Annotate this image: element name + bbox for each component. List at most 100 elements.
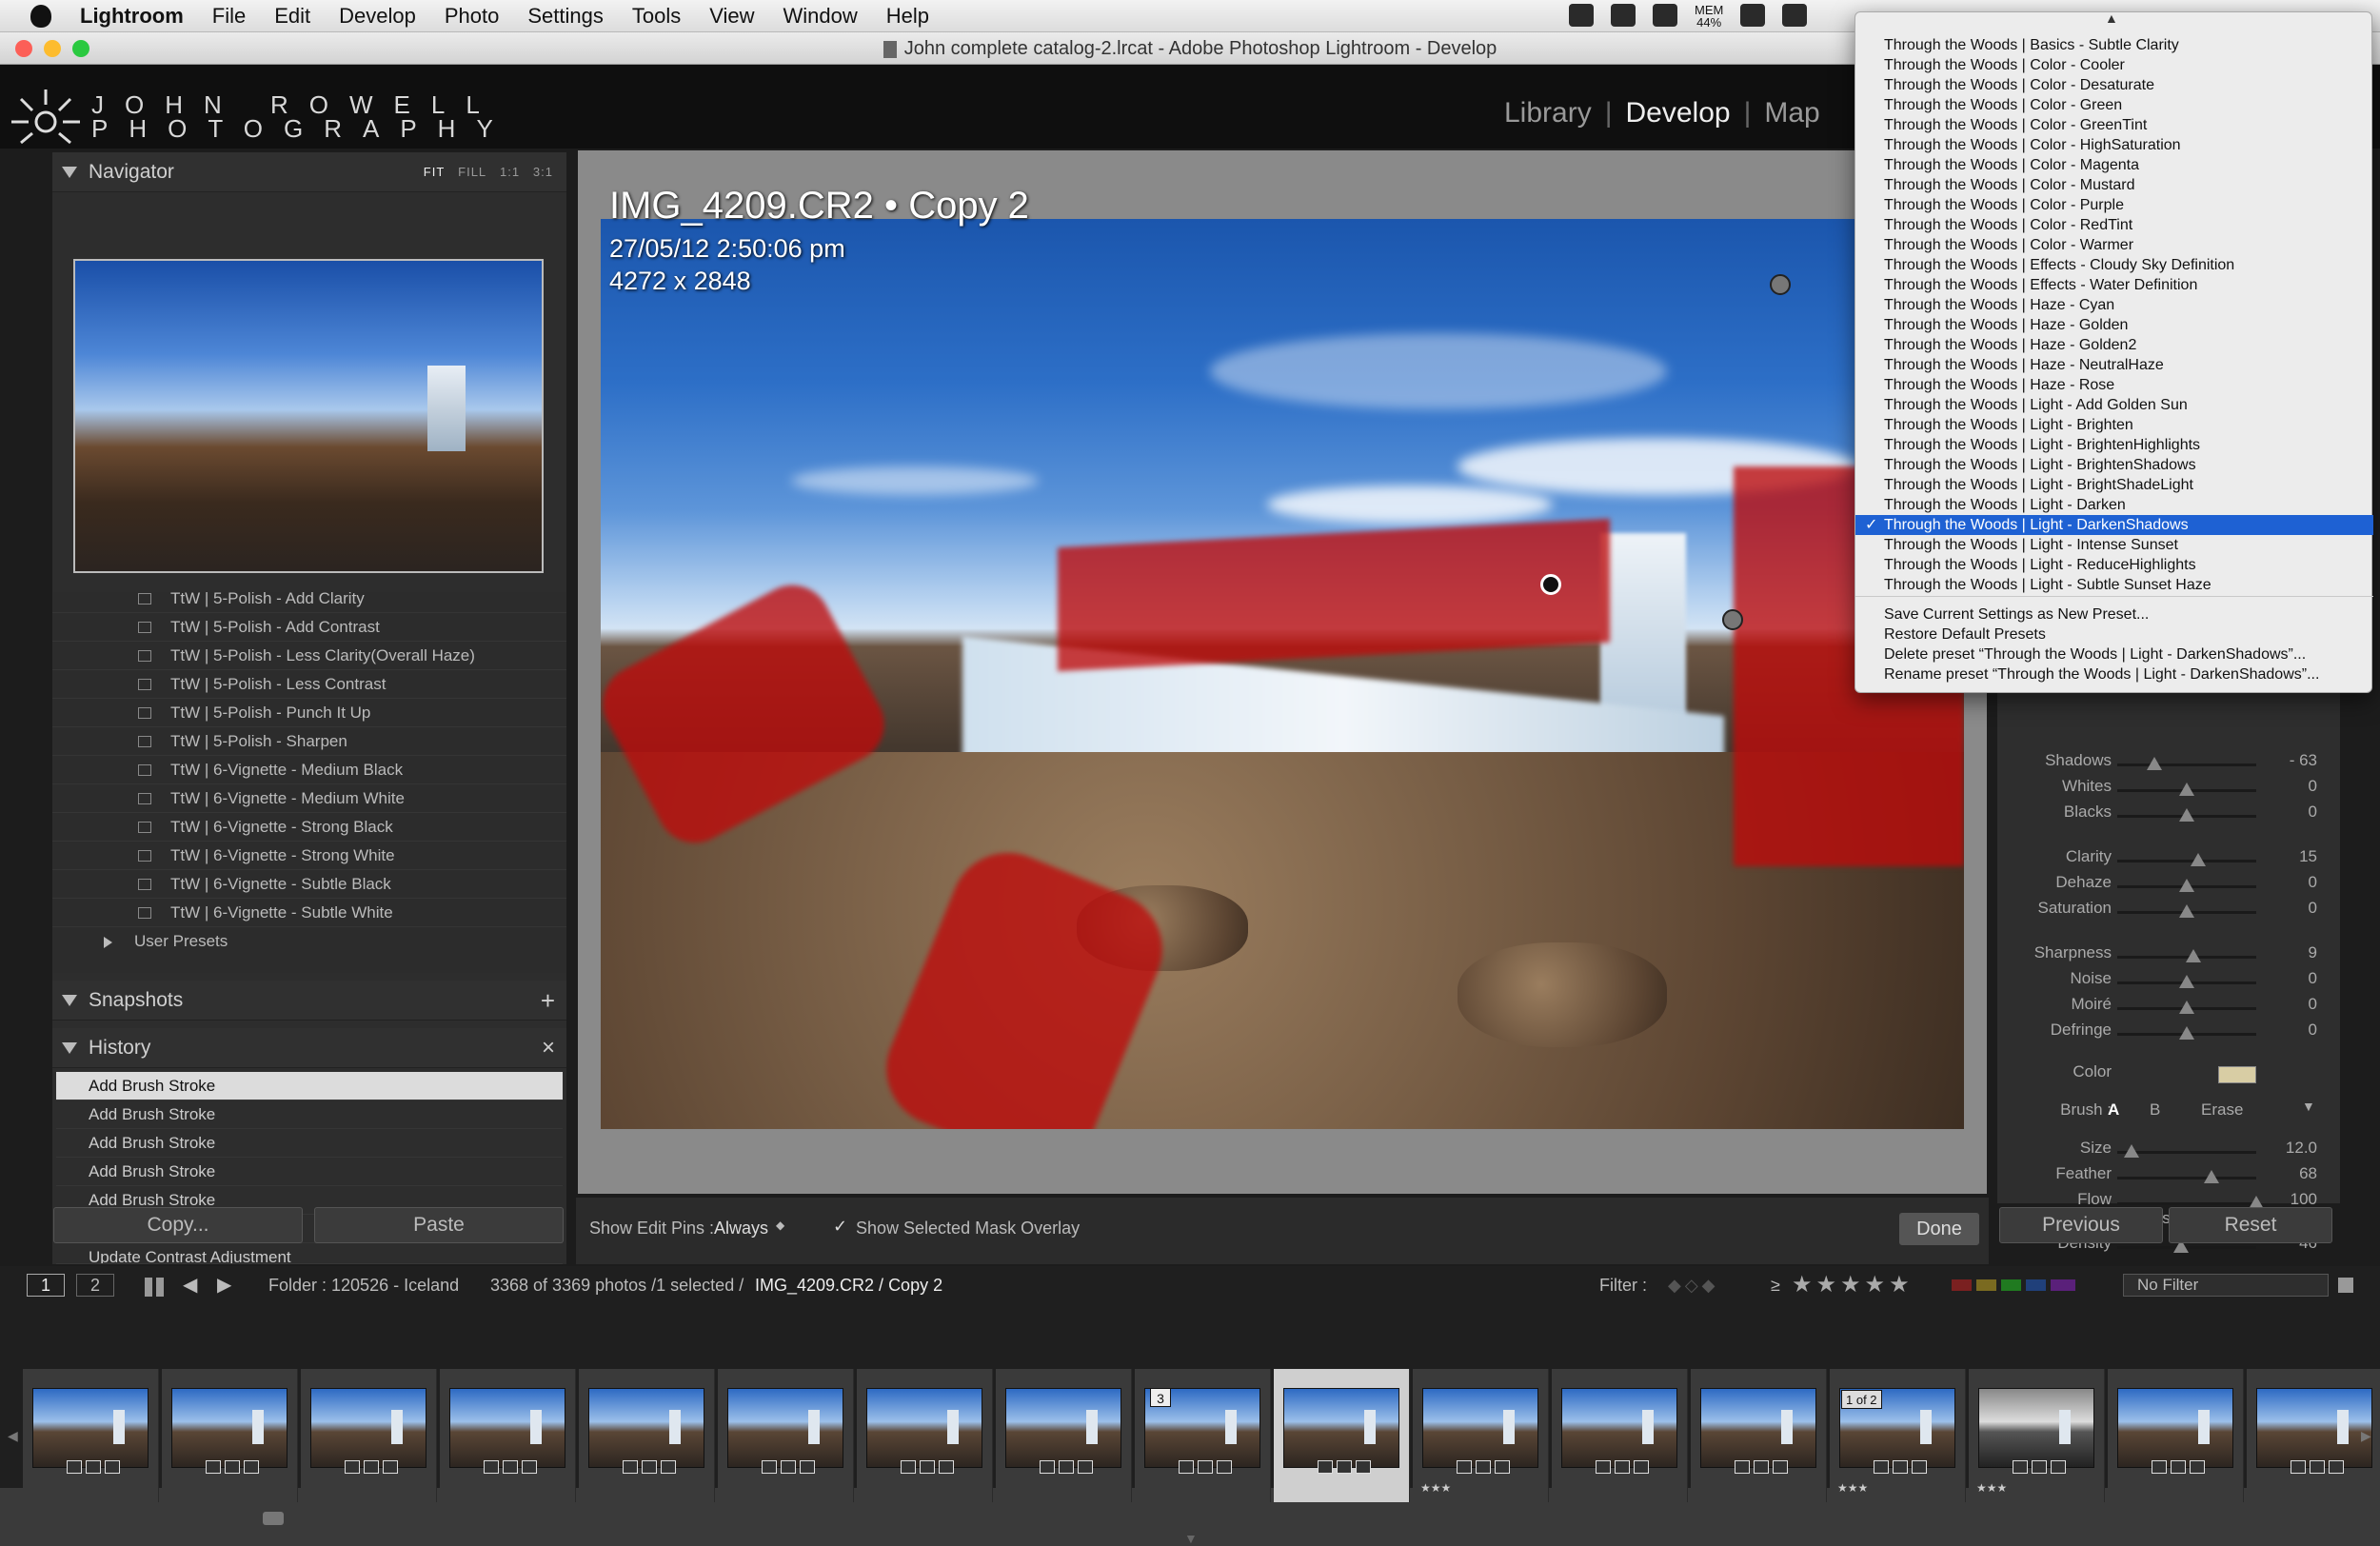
slider-value[interactable]: 0 — [2260, 803, 2317, 822]
slider-value[interactable]: 100 — [2260, 1190, 2317, 1209]
dropdown-item[interactable]: Through the Woods | Color - HighSaturati… — [1855, 135, 2373, 155]
slider-whites[interactable]: Whites 0 — [1997, 777, 2340, 803]
comment-badge-icon[interactable] — [2171, 1460, 2186, 1474]
done-button[interactable]: Done — [1899, 1213, 1979, 1245]
apple-icon[interactable] — [30, 4, 51, 28]
menu-tools[interactable]: Tools — [632, 4, 681, 29]
history-header[interactable]: History × — [52, 1028, 566, 1068]
dropdown-item[interactable]: Through the Woods | Light - BrightenShad… — [1855, 455, 2373, 475]
slider-track[interactable] — [2117, 1177, 2256, 1179]
develop-badge-icon[interactable] — [345, 1460, 360, 1474]
slider-value[interactable]: 0 — [2260, 969, 2317, 988]
filmstrip-thumb[interactable] — [440, 1369, 576, 1502]
slider-thumb[interactable] — [2123, 1144, 2139, 1158]
develop-badge-icon[interactable] — [206, 1460, 221, 1474]
slider-track[interactable] — [2117, 860, 2256, 862]
filmstrip-thumb[interactable]: ★★★ — [1969, 1369, 2105, 1502]
preset-item[interactable]: TtW | 5-Polish - Sharpen — [52, 727, 566, 756]
dropdown-item[interactable]: Through the Woods | Color - Desaturate — [1855, 75, 2373, 95]
rating-gte[interactable]: ≥ — [1771, 1266, 1780, 1304]
edit-pin-selected[interactable] — [1540, 574, 1561, 595]
snapshots-header[interactable]: Snapshots + — [52, 981, 566, 1021]
dropdown-item[interactable]: Through the Woods | Effects - Cloudy Sky… — [1855, 255, 2373, 275]
color-label-filter[interactable] — [1952, 1279, 2075, 1291]
dropdown-item[interactable]: Through the Woods | Light - BrightShadeL… — [1855, 475, 2373, 495]
crop-badge-icon[interactable] — [244, 1460, 259, 1474]
menu-help[interactable]: Help — [886, 4, 929, 29]
collapse-triangle-icon[interactable] — [62, 1042, 77, 1054]
scroll-up-arrow-icon[interactable]: ▲ — [2105, 10, 2118, 26]
develop-badge-icon[interactable] — [1457, 1460, 1472, 1474]
preset-item[interactable]: TtW | 6-Vignette - Subtle Black — [52, 870, 566, 899]
slider-track[interactable] — [2117, 1202, 2256, 1205]
filmstrip-thumb-selected[interactable] — [1274, 1369, 1410, 1502]
slider-value[interactable]: - 63 — [2260, 751, 2317, 770]
slider-thumb[interactable] — [2179, 1026, 2194, 1040]
comment-badge-icon[interactable] — [920, 1460, 935, 1474]
zoom-window-icon[interactable] — [72, 40, 89, 57]
rating-filter-stars[interactable]: ★★★★★ — [1792, 1266, 1914, 1304]
filmstrip-thumb[interactable] — [301, 1369, 437, 1502]
slider-thumb[interactable] — [2190, 853, 2206, 866]
primary-display-button[interactable]: 1 — [27, 1274, 65, 1297]
menu-window[interactable]: Window — [783, 4, 858, 29]
develop-badge-icon[interactable] — [1874, 1460, 1889, 1474]
crop-badge-icon[interactable] — [1495, 1460, 1510, 1474]
slider-dehaze[interactable]: Dehaze 0 — [1997, 873, 2340, 899]
crop-badge-icon[interactable] — [383, 1460, 398, 1474]
copy-settings-button[interactable]: Copy... — [53, 1207, 303, 1243]
slider-value[interactable]: 0 — [2260, 777, 2317, 796]
filmstrip-thumb[interactable] — [23, 1369, 159, 1502]
zoom-3-1[interactable]: 3:1 — [533, 165, 553, 179]
menu-file[interactable]: File — [212, 4, 246, 29]
flag-filter-icons[interactable]: ◆◇◆ — [1668, 1266, 1719, 1304]
dropdown-item[interactable]: Through the Woods | Color - Green — [1855, 95, 2373, 115]
filmstrip-thumb[interactable] — [1691, 1369, 1827, 1502]
slider-thumb[interactable] — [2179, 808, 2194, 822]
crop-badge-icon[interactable] — [1078, 1460, 1093, 1474]
slider-thumb[interactable] — [2179, 783, 2194, 796]
filmstrip-thumb[interactable] — [996, 1369, 1132, 1502]
filmstrip-left-arrow-icon[interactable]: ◀ — [8, 1428, 18, 1444]
brush-b-tab[interactable]: B — [2150, 1100, 2160, 1120]
restore-presets-item[interactable]: Restore Default Presets — [1855, 624, 2373, 644]
develop-badge-icon[interactable] — [1596, 1460, 1611, 1474]
zoom-fill[interactable]: FILL — [458, 165, 486, 179]
comment-badge-icon[interactable] — [86, 1460, 101, 1474]
crop-badge-icon[interactable] — [2051, 1460, 2066, 1474]
slider-noise[interactable]: Noise 0 — [1997, 969, 2340, 995]
secondary-display-button[interactable]: 2 — [76, 1274, 114, 1297]
comment-badge-icon[interactable] — [781, 1460, 796, 1474]
crop-badge-icon[interactable] — [939, 1460, 954, 1474]
dropdown-item[interactable]: Through the Woods | Light - ReduceHighli… — [1855, 555, 2373, 575]
module-map[interactable]: Map — [1764, 97, 1819, 129]
color-swatch[interactable] — [2218, 1066, 2256, 1083]
menu-settings[interactable]: Settings — [527, 4, 604, 29]
preset-item[interactable]: TtW | 5-Polish - Less Clarity(Overall Ha… — [52, 642, 566, 670]
clear-history-button[interactable]: × — [542, 1028, 555, 1068]
develop-badge-icon[interactable] — [623, 1460, 638, 1474]
user-presets-folder[interactable]: User Presets — [52, 927, 566, 956]
crop-badge-icon[interactable] — [1217, 1460, 1232, 1474]
filmstrip-thumb[interactable] — [857, 1369, 993, 1502]
filmstrip-thumb[interactable] — [2108, 1369, 2244, 1502]
dropdown-item[interactable]: Through the Woods | Effects - Water Defi… — [1855, 275, 2373, 295]
lightning-icon[interactable] — [1740, 4, 1766, 27]
filmstrip-right-arrow-icon[interactable]: ▶ — [2361, 1428, 2371, 1444]
history-item[interactable]: Add Brush Stroke — [56, 1158, 563, 1186]
stepper-arrows-icon[interactable]: ◆ — [776, 1219, 784, 1232]
dropdown-item[interactable]: Through the Woods | Light - Darken — [1855, 495, 2373, 515]
crop-badge-icon[interactable] — [2190, 1460, 2205, 1474]
comment-badge-icon[interactable] — [1893, 1460, 1908, 1474]
slider-value[interactable]: 9 — [2260, 943, 2317, 962]
slider-clarity[interactable]: Clarity 15 — [1997, 847, 2340, 873]
current-photo-path[interactable]: IMG_4209.CR2 / Copy 2 — [755, 1266, 942, 1304]
previous-button[interactable]: Previous — [1999, 1207, 2163, 1243]
filmstrip-thumb[interactable] — [718, 1369, 854, 1502]
comment-badge-icon[interactable] — [642, 1460, 657, 1474]
brush-erase-tab[interactable]: Erase — [2201, 1100, 2243, 1120]
comment-badge-icon[interactable] — [225, 1460, 240, 1474]
memory-monitor[interactable]: MEM 44% — [1695, 4, 1723, 29]
zoom-1-1[interactable]: 1:1 — [500, 165, 520, 179]
building-icon[interactable] — [1782, 4, 1808, 27]
